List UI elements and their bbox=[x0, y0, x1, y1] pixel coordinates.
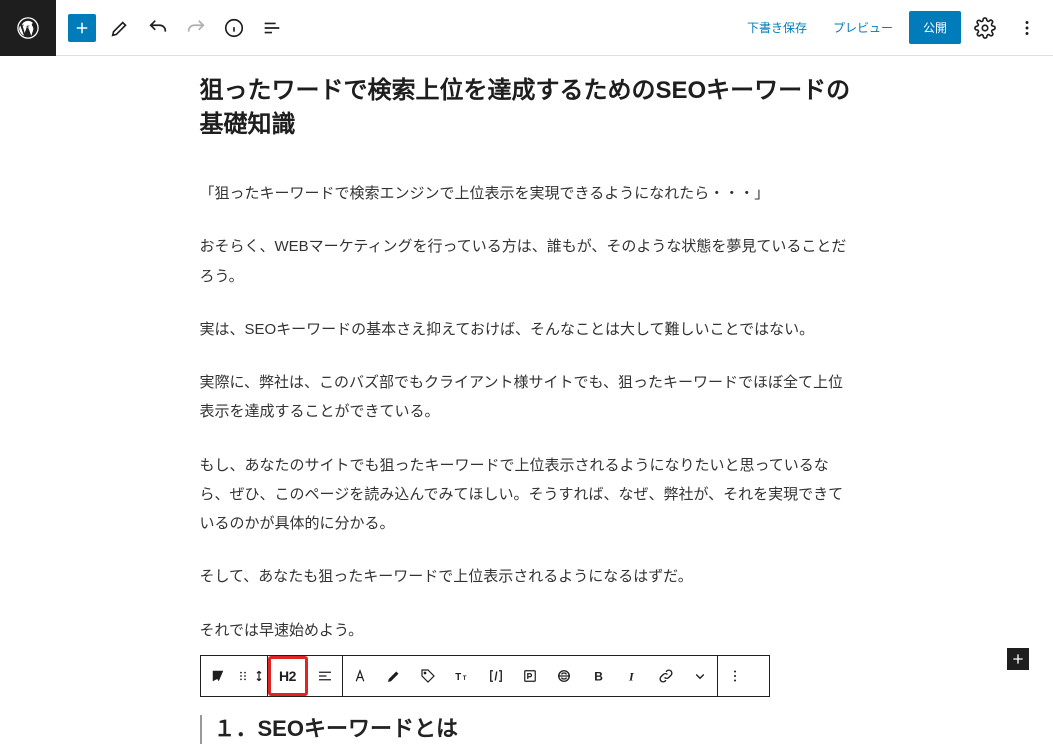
paragraph-block[interactable]: そして、あなたも狙ったキーワードで上位表示されるようになるはずだ。 bbox=[200, 562, 854, 591]
post-title[interactable]: 狙ったワードで検索上位を達成するためのSEOキーワードの基礎知識 bbox=[200, 74, 854, 141]
editor-canvas: 狙ったワードで検索上位を達成するためのSEOキーワードの基礎知識 「狙ったキーワ… bbox=[0, 56, 1053, 744]
heading-level-label: H2 bbox=[279, 668, 296, 684]
paragraph-block[interactable]: それでは早速始めよう。 bbox=[200, 616, 854, 645]
preview-button[interactable]: プレビュー bbox=[823, 13, 903, 42]
publish-button[interactable]: 公開 bbox=[909, 11, 961, 44]
edit-mode-button[interactable] bbox=[102, 10, 138, 46]
add-block-fab[interactable] bbox=[1007, 648, 1029, 670]
editor-top-bar: 下書き保存 プレビュー 公開 bbox=[0, 0, 1053, 56]
heading-level-button[interactable]: H2 bbox=[271, 659, 305, 693]
paragraph-block[interactable]: もし、あなたのサイトでも狙ったキーワードで上位表示されるようになりたいと思ってい… bbox=[200, 451, 854, 539]
svg-text:B: B bbox=[594, 669, 603, 683]
svg-text:T: T bbox=[462, 676, 466, 682]
redo-button bbox=[178, 10, 214, 46]
svg-text:I: I bbox=[628, 669, 635, 683]
outline-button[interactable] bbox=[254, 10, 290, 46]
paragraph-block[interactable]: 実は、SEOキーワードの基本さえ抑えておけば、そんなことは大して難しいことではな… bbox=[200, 315, 854, 344]
top-left-tools bbox=[64, 10, 290, 46]
paragraph-block[interactable]: おそらく、WEBマーケティングを行っている方は、誰もが、そのような状態を夢見てい… bbox=[200, 232, 854, 291]
more-menu-button[interactable] bbox=[1009, 10, 1045, 46]
save-draft-button[interactable]: 下書き保存 bbox=[737, 13, 817, 42]
content-column: 狙ったワードで検索上位を達成するためのSEOキーワードの基礎知識 「狙ったキーワ… bbox=[200, 74, 854, 744]
heading-block[interactable]: １．SEOキーワードとは bbox=[200, 715, 854, 744]
top-right-actions: 下書き保存 プレビュー 公開 bbox=[737, 10, 1045, 46]
svg-text:T: T bbox=[455, 672, 461, 683]
paragraph-block[interactable]: 「狙ったキーワードで検索エンジンで上位表示を実現できるようになれたら・・・」 bbox=[200, 179, 854, 208]
undo-button[interactable] bbox=[140, 10, 176, 46]
info-button[interactable] bbox=[216, 10, 252, 46]
wordpress-logo[interactable] bbox=[0, 0, 56, 56]
settings-button[interactable] bbox=[967, 10, 1003, 46]
block-toolbar: H2 TT bbox=[200, 655, 770, 697]
paragraph-block[interactable]: 実際に、弊社は、このバズ部でもクライアント様サイトでも、狙ったキーワードでほぼ全… bbox=[200, 368, 854, 427]
add-block-button[interactable] bbox=[68, 14, 96, 42]
